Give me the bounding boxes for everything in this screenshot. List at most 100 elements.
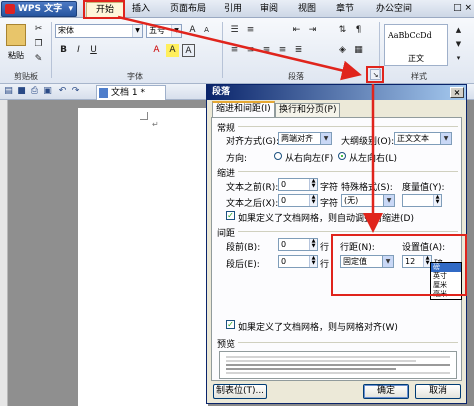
- save-icon[interactable]: ■: [16, 86, 27, 97]
- paragraph-mark: ↵: [152, 120, 159, 129]
- preview-line: [226, 368, 396, 370]
- bullets-icon[interactable]: ☰: [228, 24, 241, 37]
- rtl-label[interactable]: 从右向左(F): [285, 151, 333, 164]
- copy-icon[interactable]: ❐: [32, 38, 45, 51]
- highlight-button[interactable]: A: [166, 44, 179, 57]
- sort-icon[interactable]: ⇅: [336, 24, 349, 37]
- spinner-arrows-icon[interactable]: ▲ ▼: [309, 195, 317, 206]
- preview-line: [226, 356, 450, 358]
- tab-indent-spacing[interactable]: 缩进和间距(I): [212, 101, 275, 118]
- dialog-title-bar[interactable]: 段落: [207, 85, 466, 100]
- ltr-label[interactable]: 从左向右(L): [349, 151, 397, 164]
- shading-icon[interactable]: ◈: [336, 44, 349, 57]
- auto-adjust-checkbox[interactable]: ✓: [226, 211, 235, 220]
- close-icon[interactable]: ×: [450, 87, 464, 98]
- spacing-before-label: 段前(B):: [226, 243, 261, 253]
- divider: [238, 342, 458, 343]
- chevron-down-icon[interactable]: ▼: [440, 133, 451, 144]
- spinner-arrows-icon[interactable]: ▲ ▼: [309, 256, 317, 267]
- auto-adjust-label[interactable]: 如果定义了文档网格，则自动调整右缩进(D): [238, 211, 414, 224]
- font-size-combo[interactable]: 五号 ▼: [146, 24, 182, 38]
- underline-button[interactable]: U: [87, 44, 100, 57]
- grow-font-icon[interactable]: A: [186, 24, 199, 37]
- increase-indent-icon[interactable]: ⇥: [306, 24, 319, 37]
- style-more-icon[interactable]: ▾: [452, 52, 465, 65]
- spacing-after-input[interactable]: 0 ▲ ▼: [278, 255, 318, 268]
- distribute-icon[interactable]: ≣: [292, 44, 305, 57]
- numbering-icon[interactable]: ≡: [244, 24, 257, 37]
- font-name-combo[interactable]: 宋体 ▼: [55, 24, 143, 38]
- direction-label: 方向:: [226, 154, 248, 164]
- paste-icon[interactable]: [6, 24, 26, 46]
- section-spacing-heading: 间距: [217, 229, 236, 239]
- spinner-arrows-icon[interactable]: ▲ ▼: [309, 179, 317, 190]
- chevron-down-icon[interactable]: ▼: [383, 195, 394, 206]
- decrease-indent-icon[interactable]: ⇤: [290, 24, 303, 37]
- indent-after-label: 文本之后(X):: [226, 199, 279, 209]
- chevron-down-icon[interactable]: ▼: [132, 25, 142, 37]
- font-color-button[interactable]: A: [150, 44, 163, 57]
- redo-icon[interactable]: ↷: [70, 86, 81, 97]
- chevron-down-icon[interactable]: ▼: [320, 133, 331, 144]
- annotation-box-dialog-launcher: [366, 66, 384, 83]
- align-right-icon[interactable]: ≡: [260, 44, 273, 57]
- spinner-arrows-icon[interactable]: ▲ ▼: [309, 239, 317, 250]
- special-format-select[interactable]: (无) ▼: [341, 194, 395, 207]
- format-painter-icon[interactable]: ✎: [32, 53, 45, 66]
- show-marks-icon[interactable]: ¶: [352, 24, 365, 37]
- tab-insert[interactable]: 插入: [130, 2, 152, 17]
- tab-office-space[interactable]: 办公空间: [372, 2, 416, 17]
- grid-align-checkbox[interactable]: ✓: [226, 320, 235, 329]
- bold-button[interactable]: B: [57, 44, 70, 57]
- spacing-after-value: 0: [281, 257, 287, 266]
- style-normal[interactable]: AaBbCcDd 正文: [384, 24, 448, 66]
- print-icon[interactable]: ⎙: [29, 86, 40, 97]
- spinner-arrows-icon[interactable]: ▲ ▼: [433, 195, 441, 206]
- paste-label[interactable]: 粘贴: [8, 50, 24, 61]
- style-scroll-down-icon[interactable]: ▼: [452, 38, 465, 51]
- app-menu-button[interactable]: WPS 文字 ▾: [1, 1, 77, 17]
- indent-after-input[interactable]: 0 ▲ ▼: [278, 194, 318, 207]
- alignment-select[interactable]: 两端对齐 ▼: [278, 132, 332, 145]
- document-tab[interactable]: 文档 1 *: [96, 85, 166, 100]
- dialog-title: 段落: [212, 87, 231, 97]
- font-name-value: 宋体: [58, 26, 74, 35]
- tab-review[interactable]: 审阅: [258, 2, 280, 17]
- tab-references[interactable]: 引用: [222, 2, 244, 17]
- spacing-after-label: 段后(E):: [226, 260, 260, 270]
- align-left-icon[interactable]: ≡: [228, 44, 241, 57]
- spacing-before-value: 0: [281, 240, 287, 249]
- chevron-down-icon[interactable]: ▼: [171, 25, 181, 37]
- divider: [238, 231, 458, 232]
- measure-input[interactable]: ▲ ▼: [402, 194, 442, 207]
- borders-icon[interactable]: ▦: [352, 44, 365, 57]
- style-scroll-up-icon[interactable]: ▲: [452, 24, 465, 37]
- window-controls[interactable]: □ ×: [453, 2, 472, 15]
- tab-section[interactable]: 章节: [334, 2, 356, 17]
- margin-corner-mark: [140, 112, 148, 120]
- tabs-button[interactable]: 制表位(T)...: [213, 384, 267, 399]
- undo-icon[interactable]: ↶: [57, 86, 68, 97]
- tab-line-page-breaks[interactable]: 换行和分页(P): [275, 103, 341, 117]
- open-icon[interactable]: ▤: [3, 86, 14, 97]
- shrink-font-icon[interactable]: A: [200, 24, 213, 37]
- align-center-icon[interactable]: ≡: [244, 44, 257, 57]
- ok-button[interactable]: 确定: [363, 384, 409, 399]
- rtl-radio[interactable]: [274, 152, 282, 160]
- align-justify-icon[interactable]: ≡: [276, 44, 289, 57]
- cut-icon[interactable]: ✂: [32, 23, 45, 36]
- char-border-button[interactable]: A: [182, 44, 195, 57]
- tab-page-layout[interactable]: 页面布局: [168, 2, 208, 17]
- document-page[interactable]: [78, 108, 208, 406]
- vertical-ruler: [0, 100, 8, 406]
- group-label-paragraph: 段落: [288, 72, 304, 81]
- tab-view[interactable]: 视图: [296, 2, 318, 17]
- grid-align-label[interactable]: 如果定义了文档网格，则与网格对齐(W): [238, 320, 398, 333]
- outline-level-select[interactable]: 正文文本 ▼: [394, 132, 452, 145]
- preview-icon[interactable]: ▣: [42, 86, 53, 97]
- ltr-radio[interactable]: [338, 152, 346, 160]
- indent-before-input[interactable]: 0 ▲ ▼: [278, 178, 318, 191]
- cancel-button[interactable]: 取消: [415, 384, 461, 399]
- spacing-before-input[interactable]: 0 ▲ ▼: [278, 238, 318, 251]
- italic-button[interactable]: I: [72, 44, 85, 57]
